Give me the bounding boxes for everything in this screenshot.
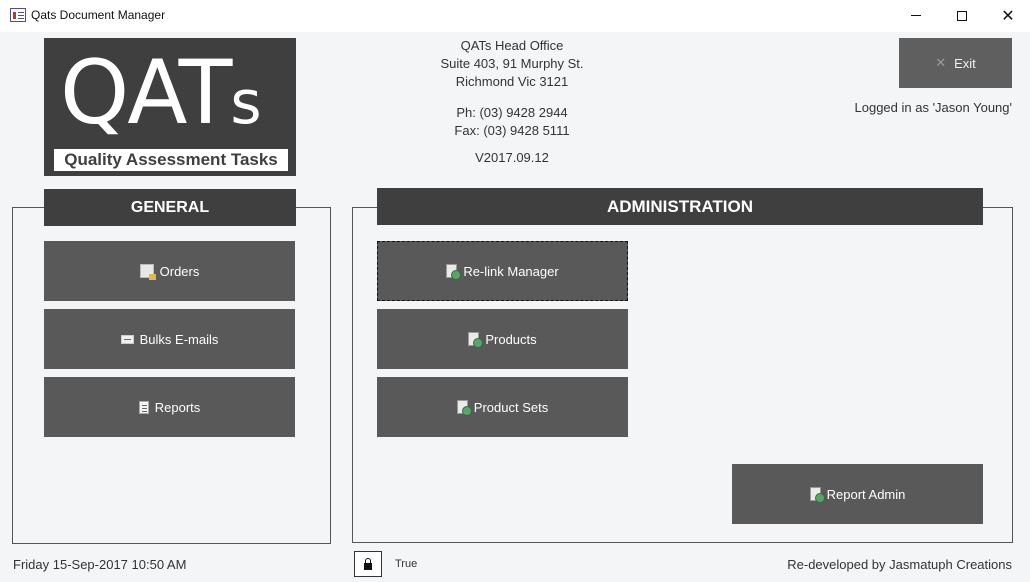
office-fax: Fax: (03) 9428 5111 <box>454 123 570 138</box>
relink-manager-label: Re-link Manager <box>463 263 559 279</box>
products-label: Products <box>485 331 537 347</box>
report-icon <box>138 400 149 414</box>
title-bar: Qats Document Manager ✕ <box>0 0 1030 32</box>
exit-button[interactable]: ✕ Exit <box>899 38 1012 88</box>
orders-icon <box>139 264 156 280</box>
product-sets-icon <box>456 400 472 416</box>
app-icon <box>10 8 26 22</box>
office-info: QATs Head Office Suite 403, 91 Murphy St… <box>412 37 612 167</box>
administration-header: ADMINISTRATION <box>377 188 983 225</box>
report-admin-label: Report Admin <box>826 486 906 502</box>
office-address-line2: Richmond Vic 3121 <box>455 74 569 89</box>
developer-credit: Re-developed by Jasmatuph Creations <box>787 557 1012 572</box>
products-icon <box>468 332 484 348</box>
logged-in-status: Logged in as 'Jason Young' <box>854 100 1013 115</box>
email-icon <box>120 334 134 344</box>
x-icon: ✕ <box>935 55 947 70</box>
relink-manager-button[interactable]: Re-link Manager <box>377 241 628 301</box>
product-sets-button[interactable]: Product Sets <box>377 377 628 437</box>
bulk-emails-label: Bulks E-mails <box>139 331 219 347</box>
general-header: GENERAL <box>44 189 296 226</box>
bulk-emails-button[interactable]: Bulks E-mails <box>44 309 295 369</box>
current-datetime: Friday 15-Sep-2017 10:50 AM <box>13 557 187 572</box>
app-version: V2017.09.12 <box>475 150 549 165</box>
logo-letters: QATs <box>60 41 262 144</box>
report-admin-button[interactable]: Report Admin <box>732 464 983 524</box>
orders-button[interactable]: Orders <box>44 241 295 301</box>
report-admin-icon <box>809 487 825 503</box>
logo-tagline: Quality Assessment Tasks <box>54 149 288 171</box>
reports-button[interactable]: Reports <box>44 377 295 437</box>
office-name: QATs Head Office <box>460 38 564 53</box>
product-sets-label: Product Sets <box>473 399 549 415</box>
office-address-line1: Suite 403, 91 Murphy St. <box>440 56 584 71</box>
relink-icon <box>446 264 462 280</box>
maximize-button[interactable] <box>939 0 985 31</box>
maximize-icon <box>957 10 967 21</box>
reports-label: Reports <box>154 399 201 415</box>
products-button[interactable]: Products <box>377 309 628 369</box>
window-title: Qats Document Manager <box>31 8 166 22</box>
lock-icon <box>364 557 372 570</box>
lock-state-value: True <box>395 558 418 570</box>
office-phone: Ph: (03) 9428 2944 <box>456 105 568 120</box>
exit-label: Exit <box>954 55 976 71</box>
minimize-button[interactable] <box>893 0 939 31</box>
minimize-icon <box>911 15 921 16</box>
qats-logo: QATs Quality Assessment Tasks <box>44 38 296 176</box>
close-icon: ✕ <box>1001 7 1015 25</box>
close-button[interactable]: ✕ <box>985 0 1030 31</box>
lock-button[interactable] <box>354 551 382 577</box>
orders-label: Orders <box>159 263 200 279</box>
